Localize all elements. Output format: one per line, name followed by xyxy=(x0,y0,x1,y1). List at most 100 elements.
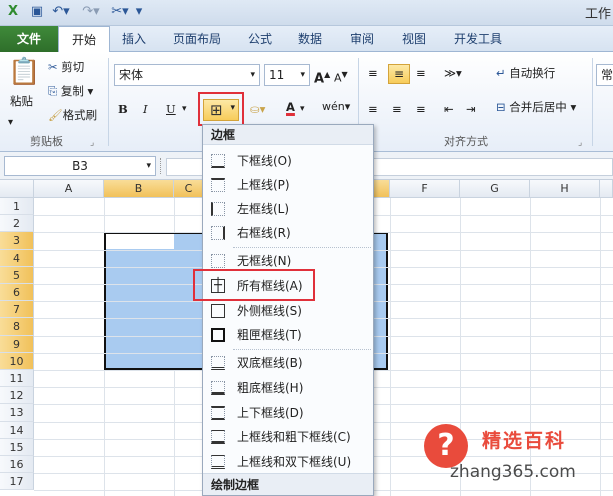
column-header-b[interactable]: B xyxy=(104,180,174,198)
menu-item-right-border[interactable]: 右框线(R) xyxy=(203,221,373,245)
font-color-icon[interactable]: A xyxy=(286,98,295,116)
menu-item-top-bottom-border[interactable]: 上下框线(D) xyxy=(203,401,373,425)
undo-icon[interactable]: ↶▾ xyxy=(50,3,72,21)
paste-dropdown-icon[interactable]: ▾ xyxy=(8,114,13,132)
row-header[interactable]: 6 xyxy=(0,284,34,302)
customize-tool-icon[interactable]: ✂▾ xyxy=(110,3,130,21)
align-middle-icon[interactable]: ≡ xyxy=(388,64,410,84)
name-box[interactable]: B3 ▾ xyxy=(4,156,156,176)
active-cell[interactable] xyxy=(106,234,174,249)
underline-dropdown-icon[interactable]: ▾ xyxy=(182,100,187,118)
menu-item-bottom-border[interactable]: 下框线(O) xyxy=(203,149,373,173)
align-left-icon[interactable]: ≡ xyxy=(368,100,378,118)
save-icon[interactable]: ▣ xyxy=(28,3,46,21)
font-size-input[interactable]: 11 ▾ xyxy=(264,64,310,86)
fill-color-icon[interactable]: ⛀▾ xyxy=(250,100,265,118)
phonetic-icon[interactable]: wén▾ xyxy=(322,98,350,116)
qat-menu-icon[interactable]: ▾ xyxy=(134,3,144,21)
tab-page-layout[interactable]: 页面布局 xyxy=(166,26,228,52)
watermark: ? 精选百科 zhang365.com xyxy=(416,418,613,496)
increase-font-icon[interactable]: A▲ xyxy=(314,66,330,88)
tab-home[interactable]: 开始 xyxy=(58,26,110,53)
group-label-clipboard: 剪贴板 xyxy=(30,135,63,148)
row-header[interactable]: 16 xyxy=(0,456,34,474)
select-all-corner[interactable] xyxy=(0,180,34,198)
row-header[interactable]: 1 xyxy=(0,198,34,216)
chevron-down-icon: ▾ xyxy=(250,70,255,80)
wrap-text-label: 自动换行 xyxy=(509,66,556,80)
menu-item-label: 双底框线(B) xyxy=(237,356,303,370)
clipboard-launcher-icon[interactable]: ⌟ xyxy=(90,134,94,152)
row-header[interactable]: 4 xyxy=(0,249,34,267)
tab-review[interactable]: 审阅 xyxy=(344,26,380,52)
row-header[interactable]: 17 xyxy=(0,473,34,491)
column-header-a[interactable]: A xyxy=(34,180,104,198)
italic-button[interactable]: I xyxy=(143,100,148,118)
menu-item-thick-box-border[interactable]: 粗匣框线(T) xyxy=(203,323,373,347)
row-header[interactable]: 10 xyxy=(0,352,34,370)
cut-button[interactable]: ✂ 剪切 xyxy=(48,58,84,76)
row-header[interactable]: 11 xyxy=(0,370,34,388)
tab-data[interactable]: 数据 xyxy=(292,26,328,52)
merge-center-button[interactable]: ⊟ 合并后居中 ▾ xyxy=(496,98,576,116)
font-color-dropdown-icon[interactable]: ▾ xyxy=(300,100,305,118)
font-name-value: 宋体 xyxy=(119,68,144,82)
column-header-f[interactable]: F xyxy=(390,180,460,198)
row-header[interactable]: 2 xyxy=(0,215,34,233)
orientation-icon[interactable]: ≫▾ xyxy=(444,64,462,82)
column-header-g[interactable]: G xyxy=(460,180,530,198)
row-header[interactable]: 14 xyxy=(0,421,34,439)
merge-center-label: 合并后居中 xyxy=(509,100,567,114)
tab-view[interactable]: 视图 xyxy=(396,26,432,52)
row-header[interactable]: 8 xyxy=(0,318,34,336)
redo-icon[interactable]: ↷▾ xyxy=(80,3,102,21)
menu-item-left-border[interactable]: 左框线(L) xyxy=(203,197,373,221)
tab-formulas[interactable]: 公式 xyxy=(242,26,278,52)
number-format-input[interactable]: 常 xyxy=(596,64,613,86)
row-header[interactable]: 9 xyxy=(0,335,34,353)
wrap-text-button[interactable]: ↵ 自动换行 xyxy=(496,64,555,82)
font-name-input[interactable]: 宋体 ▾ xyxy=(114,64,260,86)
increase-indent-icon[interactable]: ⇥ xyxy=(466,100,476,118)
row-header[interactable]: 12 xyxy=(0,387,34,405)
align-top-icon[interactable]: ≡ xyxy=(368,64,378,82)
copy-button[interactable]: ⎘ 复制 ▾ xyxy=(48,82,93,100)
alignment-launcher-icon[interactable]: ⌟ xyxy=(578,134,582,152)
menu-item-label: 外侧框线(S) xyxy=(237,304,302,318)
watermark-url: zhang365.com xyxy=(450,462,576,482)
copy-label: 复制 xyxy=(60,84,84,98)
column-header-e-partial[interactable] xyxy=(372,180,390,198)
menu-item-thick-bottom-border[interactable]: 粗底框线(H) xyxy=(203,376,373,400)
column-header-i-partial[interactable] xyxy=(600,180,613,198)
decrease-indent-icon[interactable]: ⇤ xyxy=(444,100,454,118)
menu-item-top-thick-bottom-border[interactable]: 上框线和粗下框线(C) xyxy=(203,425,373,449)
row-header[interactable]: 7 xyxy=(0,301,34,319)
align-bottom-icon[interactable]: ≡ xyxy=(416,64,426,82)
menu-item-bottom-double-border[interactable]: 双底框线(B) xyxy=(203,351,373,375)
menu-item-top-border[interactable]: 上框线(P) xyxy=(203,173,373,197)
thick-bottom-border-icon xyxy=(211,381,225,395)
menu-item-label: 左框线(L) xyxy=(237,202,290,216)
row-header[interactable]: 3 xyxy=(0,232,34,250)
tab-developer[interactable]: 开发工具 xyxy=(446,26,510,52)
row-header[interactable]: 13 xyxy=(0,404,34,422)
column-header-h[interactable]: H xyxy=(530,180,600,198)
menu-item-top-double-bottom-border[interactable]: 上框线和双下框线(U) xyxy=(203,450,373,474)
paste-button[interactable]: 粘贴 xyxy=(10,92,33,110)
bold-button[interactable]: B xyxy=(118,100,128,118)
menu-item-label: 粗底框线(H) xyxy=(237,381,304,395)
menu-item-outside-borders[interactable]: 外侧框线(S) xyxy=(203,299,373,323)
no-border-icon xyxy=(211,254,225,268)
paste-icon[interactable]: 📋 xyxy=(8,58,40,86)
align-center-icon[interactable]: ≡ xyxy=(392,100,402,118)
align-right-icon[interactable]: ≡ xyxy=(416,100,426,118)
format-painter-button[interactable]: 🖌格式刷 xyxy=(48,106,97,124)
tab-file[interactable]: 文件 xyxy=(0,26,58,52)
column-header-c[interactable]: C xyxy=(174,180,204,198)
underline-button[interactable]: U xyxy=(166,100,176,118)
borders-dropdown-menu: 边框 下框线(O) 上框线(P) 左框线(L) 右框线(R) 无框线(N) ┼ 所… xyxy=(193,124,374,496)
row-header[interactable]: 15 xyxy=(0,438,34,456)
decrease-font-icon[interactable]: A▼ xyxy=(334,66,348,88)
row-header[interactable]: 5 xyxy=(0,266,34,284)
tab-insert[interactable]: 插入 xyxy=(114,26,154,52)
